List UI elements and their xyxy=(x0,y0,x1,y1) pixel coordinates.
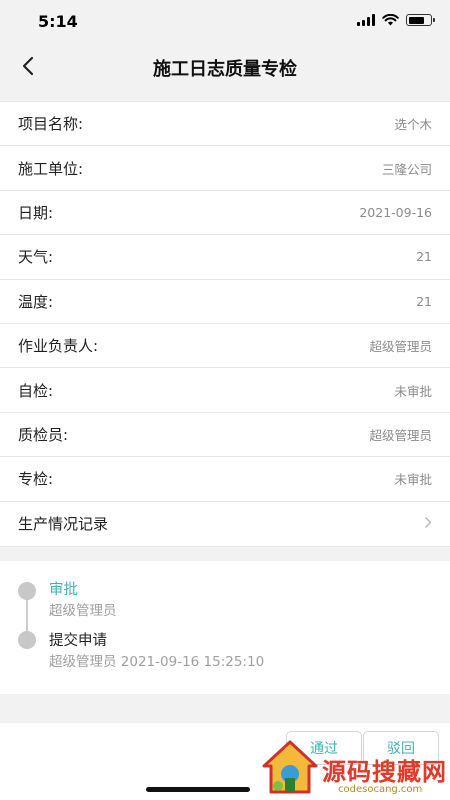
timeline-step-title: 审批 xyxy=(49,582,78,598)
house-logo-icon xyxy=(262,740,318,794)
form-row-construction-unit: 施工单位: 三隆公司 xyxy=(0,146,450,191)
row-value: 21 xyxy=(416,249,432,265)
row-label: 专检: xyxy=(18,470,54,489)
row-value: 2021-09-16 xyxy=(359,204,432,220)
row-label: 天气: xyxy=(18,248,54,267)
form-list: 项目名称: 选个木 施工单位: 三隆公司 日期: 2021-09-16 天气: … xyxy=(0,101,450,547)
form-row-work-leader: 作业负责人: 超级管理员 xyxy=(0,324,450,369)
form-row-weather: 天气: 21 xyxy=(0,235,450,280)
form-row-special-check: 专检: 未审批 xyxy=(0,457,450,502)
form-row-project-name: 项目名称: 选个木 xyxy=(0,102,450,147)
row-label: 日期: xyxy=(18,203,54,222)
form-row-quality-inspector: 质检员: 超级管理员 xyxy=(0,413,450,458)
form-row-date: 日期: 2021-09-16 xyxy=(0,191,450,236)
row-value: 选个木 xyxy=(394,117,432,133)
status-icons xyxy=(357,14,435,26)
timeline-step-subtitle: 超级管理员 xyxy=(49,603,117,619)
row-label: 温度: xyxy=(18,292,54,311)
row-value: 未审批 xyxy=(394,472,432,488)
cellular-signal-icon xyxy=(357,14,375,26)
row-label: 质检员: xyxy=(18,425,69,444)
timeline-dot xyxy=(18,582,36,600)
nav-bar: 施工日志质量专检 xyxy=(0,44,450,88)
row-label: 作业负责人: xyxy=(18,337,99,356)
form-row-temperature: 温度: 21 xyxy=(0,280,450,324)
form-row-self-check: 自检: 未审批 xyxy=(0,368,450,413)
page-title: 施工日志质量专检 xyxy=(153,59,297,80)
watermark-text: 源码搜藏网 xyxy=(322,758,447,786)
approval-timeline: 审批 超级管理员 提交申请 超级管理员 2021-09-16 15:25:10 xyxy=(0,561,450,694)
row-label: 项目名称: xyxy=(18,115,84,134)
timeline-step-title: 提交申请 xyxy=(49,633,107,649)
home-indicator[interactable] xyxy=(146,787,250,792)
battery-icon xyxy=(406,14,435,26)
status-time: 5:14 xyxy=(38,12,78,31)
row-value: 超级管理员 xyxy=(369,339,432,355)
row-value: 三隆公司 xyxy=(381,161,432,177)
timeline-step-subtitle: 超级管理员 2021-09-16 15:25:10 xyxy=(49,654,265,670)
row-label: 自检: xyxy=(18,381,54,400)
row-value: 超级管理员 xyxy=(369,427,432,443)
row-label: 生产情况记录 xyxy=(18,515,109,534)
row-value: 21 xyxy=(416,293,432,309)
chevron-right-icon xyxy=(424,514,432,533)
watermark: 源码搜藏网 codesocang.com xyxy=(260,738,450,800)
timeline-dot xyxy=(18,631,36,649)
form-row-production-record[interactable]: 生产情况记录 xyxy=(0,502,450,546)
wifi-icon xyxy=(382,14,399,26)
status-bar: 5:14 xyxy=(0,0,450,44)
row-value: 未审批 xyxy=(394,383,432,399)
watermark-subtext: codesocang.com xyxy=(338,784,423,795)
row-label: 施工单位: xyxy=(18,159,84,178)
